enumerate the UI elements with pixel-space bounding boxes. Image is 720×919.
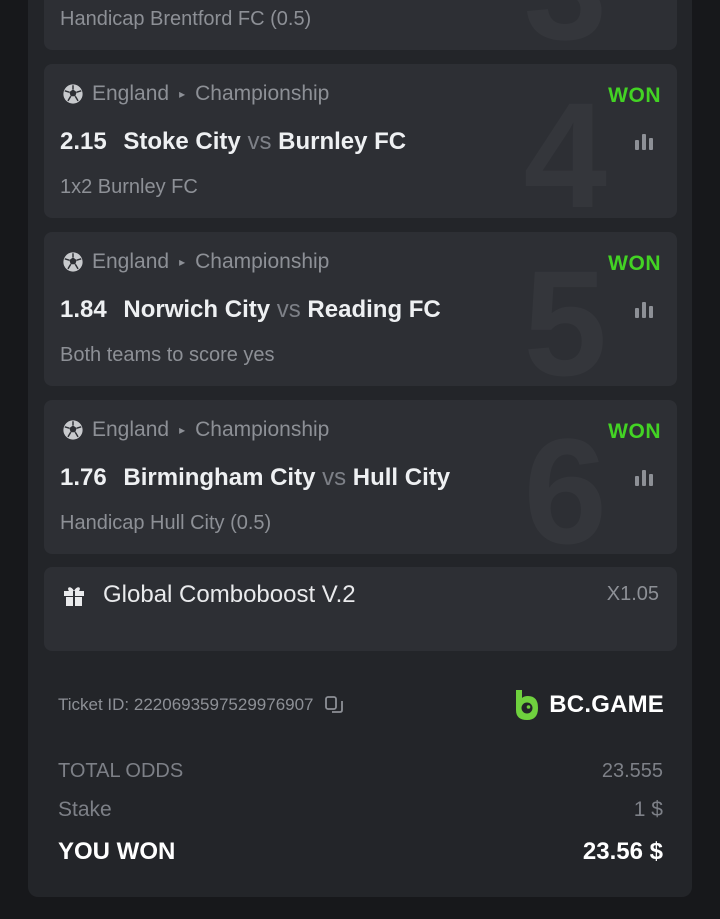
- chevron-right-icon: ▸: [179, 255, 186, 269]
- total-odds-value: 23.555: [601, 760, 663, 782]
- vs-label: vs: [247, 128, 272, 155]
- league-label: Championship: [195, 418, 330, 441]
- you-won-value: 23.56 $: [582, 838, 663, 865]
- bet-card-6: 6 England ▸ Championship WON 1.76 Birmin…: [44, 400, 677, 554]
- stats-icon[interactable]: [635, 302, 657, 318]
- country-label: England: [92, 250, 170, 273]
- bet-number: 6: [523, 407, 607, 554]
- match-title: 1.76 Birmingham City vs Hull City: [60, 464, 450, 492]
- away-team: Reading FC: [307, 296, 441, 323]
- bet-card-5: 5 England ▸ Championship WON 1.84 Norwic…: [44, 232, 677, 386]
- chevron-right-icon: ▸: [179, 423, 186, 437]
- country-label: England: [92, 82, 170, 105]
- bet-odds: 1.84: [60, 296, 107, 323]
- bet-market: 1x2 Burnley FC: [60, 176, 198, 198]
- bcgame-logo-icon: [516, 690, 539, 720]
- league-label: Championship: [195, 250, 330, 273]
- match-title: 2.15 Stoke City vs Burnley FC: [60, 128, 406, 156]
- bet-card-3: 3 Handicap Brentford FC (0.5): [44, 0, 677, 50]
- comboboost-title: Global Comboboost V.2: [103, 581, 356, 608]
- bet-market: Handicap Brentford FC (0.5): [60, 8, 312, 30]
- soccer-ball-icon: [63, 84, 83, 104]
- stake-value: 1 $: [633, 798, 663, 821]
- home-team: Birmingham City: [123, 464, 316, 491]
- bet-market: Both teams to score yes: [60, 344, 275, 366]
- chevron-right-icon: ▸: [179, 87, 186, 101]
- you-won-row: YOU WON 23.56 $: [58, 838, 663, 866]
- ticket-id-label: Ticket ID: 2220693597529976907: [58, 695, 314, 714]
- bet-number: 5: [523, 239, 607, 386]
- total-odds-label: TOTAL ODDS: [58, 760, 184, 782]
- stats-icon[interactable]: [635, 470, 657, 486]
- bet-number: 4: [523, 71, 607, 218]
- soccer-ball-icon: [63, 420, 83, 440]
- copy-icon[interactable]: [324, 695, 344, 715]
- stats-icon[interactable]: [635, 134, 657, 150]
- league-label: Championship: [195, 82, 330, 105]
- bet-number: 3: [524, 0, 607, 50]
- match-title: 1.84 Norwich City vs Reading FC: [60, 296, 441, 324]
- status-badge: WON: [608, 252, 661, 275]
- status-badge: WON: [608, 420, 661, 443]
- home-team: Stoke City: [123, 128, 241, 155]
- league-path: England ▸ Championship: [62, 82, 329, 106]
- bcgame-logo: BC.GAME: [513, 688, 664, 722]
- away-team: Burnley FC: [278, 128, 407, 155]
- comboboost-card: Global Comboboost V.2 X1.05: [44, 567, 677, 651]
- gift-icon: [64, 587, 84, 606]
- bet-odds: 2.15: [60, 128, 107, 155]
- soccer-ball-icon: [63, 252, 83, 272]
- vs-label: vs: [322, 464, 347, 491]
- bet-odds: 1.76: [60, 464, 107, 491]
- bet-card-4: 4 England ▸ Championship WON 2.15 Stoke …: [44, 64, 677, 218]
- comboboost-multiplier: X1.05: [606, 583, 659, 605]
- status-badge: WON: [608, 84, 661, 107]
- away-team: Hull City: [352, 464, 451, 491]
- bet-market: Handicap Hull City (0.5): [60, 512, 272, 534]
- home-team: Norwich City: [123, 296, 271, 323]
- country-label: England: [92, 418, 170, 441]
- stake-label: Stake: [58, 798, 112, 821]
- total-odds-row: TOTAL ODDS 23.555: [58, 760, 663, 783]
- league-path: England ▸ Championship: [62, 418, 329, 442]
- ticket-id: Ticket ID: 2220693597529976907: [58, 695, 344, 715]
- you-won-label: YOU WON: [58, 838, 176, 865]
- brand-name: BC.GAME: [549, 691, 664, 718]
- stake-row: Stake 1 $: [58, 798, 663, 822]
- league-path: England ▸ Championship: [62, 250, 329, 274]
- vs-label: vs: [276, 296, 301, 323]
